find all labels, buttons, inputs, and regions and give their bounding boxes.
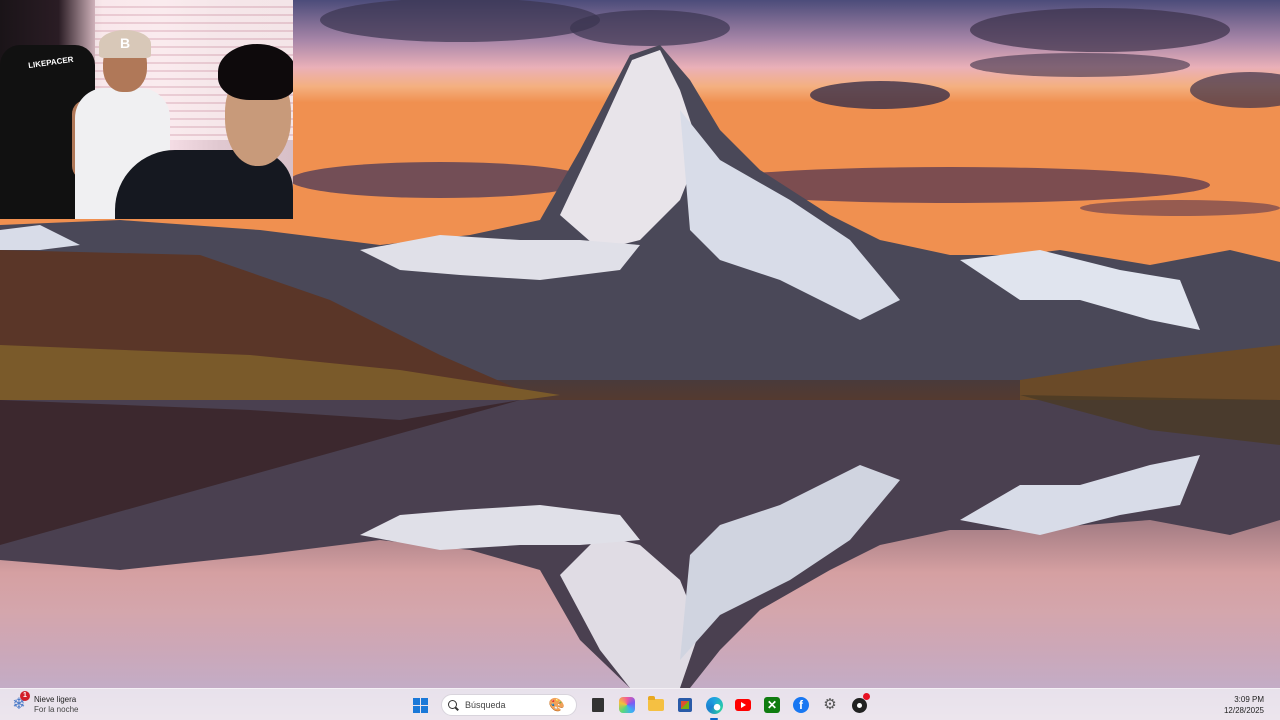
cap-logo: B [120,35,131,51]
misc-app-button[interactable] [847,693,871,717]
edge-icon [705,696,723,714]
taskbar-center: Búsqueda 🎨 ✕ f ⚙ [408,693,871,720]
edge-button[interactable] [702,693,726,720]
search-box[interactable]: Búsqueda 🎨 [441,694,577,716]
folder-button[interactable] [644,693,668,717]
weather-condition: Nieve ligera [34,695,77,704]
file-explorer-button[interactable] [586,693,610,717]
search-icon [448,699,459,711]
facebook-button[interactable]: f [789,693,813,717]
youtube-icon [735,699,751,711]
system-clock[interactable]: 3:09 PM 12/28/2025 [1224,694,1264,716]
weather-widget[interactable]: ❄ 1 Nieve ligera For la noche [10,691,78,717]
snowflake-icon: ❄ 1 [10,691,30,714]
weather-subtitle: For la noche [34,705,79,714]
start-button[interactable] [408,693,432,717]
store-icon [678,698,692,712]
xbox-icon: ✕ [764,697,780,713]
store-button[interactable] [673,693,697,717]
clock-time: 3:09 PM [1234,695,1264,704]
person-right-hair [218,44,293,100]
desktop: LIKEPACER B ❄ 1 Nieve ligera For la noch… [0,0,1280,720]
windows-icon [412,697,428,713]
copilot-icon [619,697,635,713]
notification-dot [863,693,870,700]
search-placeholder: Búsqueda [465,700,506,710]
facebook-icon: f [793,697,809,713]
weather-text: Nieve ligera For la noche [34,695,78,715]
xbox-button[interactable]: ✕ [760,693,784,717]
search-highlight-icon: 🎨 [548,697,566,712]
taskbar: ❄ 1 Nieve ligera For la noche Búsqueda 🎨 [0,688,1280,720]
copilot-button[interactable] [615,693,639,717]
folder-icon [648,696,664,711]
file-icon [592,698,604,712]
gear-icon: ⚙ [823,696,837,713]
webcam-overlay: LIKEPACER B [0,0,293,219]
settings-button[interactable]: ⚙ [818,693,842,717]
clock-date: 12/28/2025 [1223,706,1264,715]
notification-badge: 1 [20,691,30,701]
youtube-button[interactable] [731,693,755,717]
